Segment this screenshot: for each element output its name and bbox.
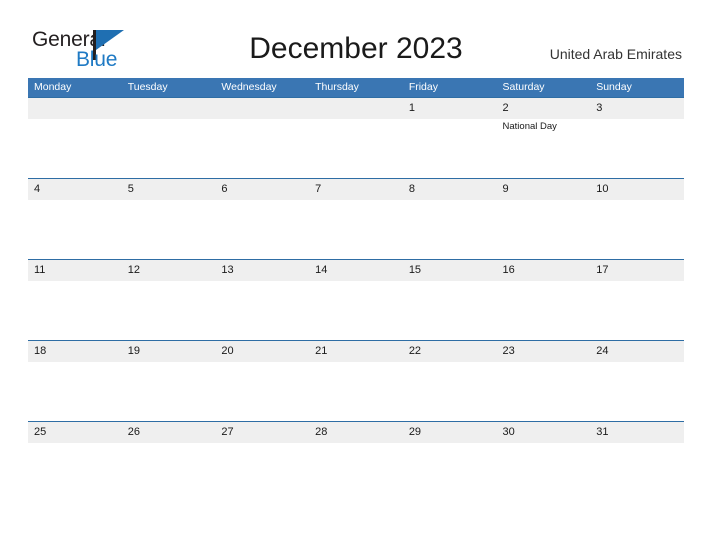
day-number: 20 (221, 345, 234, 357)
calendar-weeks: 1 2 National Day 3 4 5 6 7 8 9 10 11 12 13 14 15 16 17 18 1… (28, 97, 684, 502)
day-number: 2 (502, 102, 509, 114)
week-day-cells: 1 2 National Day 3 (28, 98, 684, 178)
day-number: 6 (221, 183, 228, 195)
calendar-day-cell[interactable]: 30 (497, 422, 591, 502)
calendar-week-row: 1 2 National Day 3 (28, 97, 684, 178)
day-number: 7 (315, 183, 322, 195)
calendar-day-cell[interactable]: 16 (497, 260, 591, 340)
calendar-day-cell[interactable]: 15 (403, 260, 497, 340)
calendar-day-cell[interactable]: 20 (215, 341, 309, 421)
day-number: 26 (127, 426, 140, 438)
calendar-day-cell-empty[interactable] (122, 98, 216, 178)
calendar-day-cell-empty[interactable] (309, 98, 403, 178)
calendar-week-row: 11 12 13 14 15 16 17 (28, 259, 684, 340)
day-number: 15 (408, 264, 422, 276)
calendar-day-cell[interactable]: 29 (403, 422, 497, 502)
weekday-header-tuesday: Tuesday (127, 81, 168, 93)
day-number: 25 (34, 426, 47, 438)
day-number: 11 (34, 264, 46, 276)
day-number: 14 (315, 264, 328, 276)
day-number: 30 (502, 426, 515, 438)
calendar-day-cell[interactable]: 11 (28, 260, 122, 340)
day-number: 10 (596, 183, 609, 195)
calendar-day-cell[interactable]: 1 (403, 98, 497, 178)
calendar-day-cell-empty[interactable] (28, 98, 122, 178)
weekday-header-row: Monday Tuesday Wednesday Thursday Friday Satu… (28, 78, 684, 97)
day-number: 31 (596, 426, 609, 438)
day-number: 22 (408, 345, 422, 357)
day-number: 28 (315, 426, 328, 438)
weekday-header-saturday: Saturday (502, 81, 545, 93)
calendar-day-cell[interactable]: 17 (590, 260, 684, 340)
calendar-day-cell[interactable]: 13 (215, 260, 309, 340)
calendar-day-cell[interactable]: 6 (215, 179, 309, 259)
calendar-day-cell[interactable]: 10 (590, 179, 684, 259)
day-number: 24 (596, 345, 609, 357)
calendar-day-cell[interactable]: 23 (497, 341, 591, 421)
day-number: 4 (34, 183, 41, 195)
calendar-day-cell[interactable]: 22 (403, 341, 497, 421)
day-number: 27 (221, 426, 234, 438)
weekday-header-wednesday: Wednesday (221, 81, 277, 93)
calendar-day-cell[interactable]: 28 (309, 422, 403, 502)
day-number: 18 (34, 345, 47, 357)
calendar-week-row: 4 5 6 7 8 9 10 (28, 178, 684, 259)
day-number: 8 (408, 183, 415, 195)
calendar-day-cell[interactable]: 27 (215, 422, 309, 502)
day-number: 1 (408, 102, 415, 114)
country-label: United Arab Emirates (549, 46, 682, 62)
calendar-day-cell[interactable]: 5 (122, 179, 216, 259)
calendar-day-cell[interactable]: 4 (28, 179, 122, 259)
calendar-grid: Monday Tuesday Wednesday Thursday Friday Satu… (28, 78, 684, 502)
weekday-header-sunday: Sunday (596, 81, 632, 93)
day-number: 3 (596, 102, 603, 114)
week-day-cells: 18 19 20 21 22 23 24 (28, 341, 684, 421)
calendar-day-cell[interactable]: 14 (309, 260, 403, 340)
weekday-header-monday: Monday (34, 81, 72, 93)
holiday-label: National Day (502, 121, 557, 132)
calendar-day-cell[interactable]: 21 (309, 341, 403, 421)
calendar-week-row: 18 19 20 21 22 23 24 (28, 340, 684, 421)
calendar-day-cell[interactable]: 2 National Day (497, 98, 591, 178)
day-number: 13 (221, 264, 234, 276)
calendar-day-cell[interactable]: 8 (403, 179, 497, 259)
calendar-day-cell[interactable]: 31 (590, 422, 684, 502)
week-day-cells: 25 26 27 28 29 30 31 (28, 422, 684, 502)
day-number: 12 (127, 264, 140, 276)
week-day-cells: 11 12 13 14 15 16 17 (28, 260, 684, 340)
day-number: 16 (502, 264, 515, 276)
weekday-header-friday: Friday (408, 81, 438, 93)
calendar-day-cell[interactable]: 3 (590, 98, 684, 178)
day-number: 29 (408, 426, 422, 438)
day-number: 5 (127, 183, 134, 195)
page-header: General Blue December 2023 United Arab E… (0, 0, 712, 78)
calendar-day-cell[interactable]: 12 (122, 260, 216, 340)
day-number: 9 (502, 183, 509, 195)
calendar-day-cell[interactable]: 24 (590, 341, 684, 421)
day-number: 23 (502, 345, 515, 357)
calendar-day-cell[interactable]: 9 (497, 179, 591, 259)
week-day-cells: 4 5 6 7 8 9 10 (28, 179, 684, 259)
calendar-page: General Blue December 2023 United Arab E… (0, 0, 712, 550)
day-number: 19 (127, 345, 140, 357)
calendar-day-cell[interactable]: 19 (122, 341, 216, 421)
weekday-header-thursday: Thursday (315, 81, 359, 93)
day-number: 21 (315, 345, 328, 357)
calendar-day-cell[interactable]: 18 (28, 341, 122, 421)
calendar-day-cell[interactable]: 25 (28, 422, 122, 502)
calendar-day-cell-empty[interactable] (215, 98, 309, 178)
calendar-day-cell[interactable]: 26 (122, 422, 216, 502)
day-number: 17 (596, 264, 609, 276)
calendar-day-cell[interactable]: 7 (309, 179, 403, 259)
calendar-week-row: 25 26 27 28 29 30 31 (28, 421, 684, 502)
